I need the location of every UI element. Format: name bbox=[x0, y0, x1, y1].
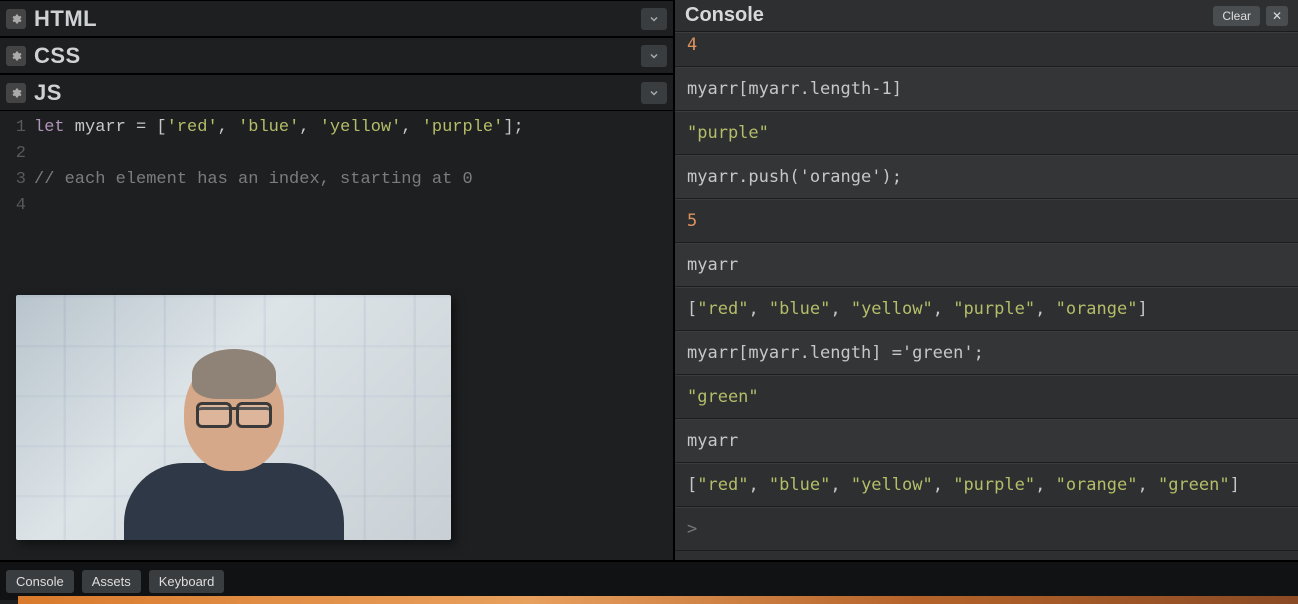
video-scrub-bar[interactable] bbox=[18, 596, 1298, 604]
console-result-row: "green" bbox=[675, 375, 1298, 419]
console-input-row: myarr bbox=[675, 419, 1298, 463]
console-input-row: myarr.push('orange'); bbox=[675, 155, 1298, 199]
clear-button[interactable]: Clear bbox=[1213, 6, 1260, 26]
js-editor[interactable]: 1 2 3 4 let myarr = ['red', 'blue', 'yel… bbox=[0, 111, 673, 560]
console-result-row: ["red", "blue", "yellow", "purple", "ora… bbox=[675, 287, 1298, 331]
console-result-row: 5 bbox=[675, 199, 1298, 243]
console-input-row: myarr[myarr.length-1] bbox=[675, 67, 1298, 111]
css-panel-title: CSS bbox=[34, 43, 81, 69]
console-header: Console Clear ✕ bbox=[675, 0, 1298, 32]
chevron-down-icon[interactable] bbox=[641, 82, 667, 104]
console-pane: Console Clear ✕ 4myarr[myarr.length-1]"p… bbox=[675, 0, 1298, 560]
css-panel-header: CSS bbox=[0, 37, 673, 74]
console-result-row: "purple" bbox=[675, 111, 1298, 155]
close-icon[interactable]: ✕ bbox=[1266, 6, 1288, 26]
chevron-down-icon[interactable] bbox=[641, 45, 667, 67]
console-input-row: myarr[myarr.length] ='green'; bbox=[675, 331, 1298, 375]
console-result-row: 4 bbox=[675, 32, 1298, 67]
js-panel-title: JS bbox=[34, 80, 62, 106]
console-output[interactable]: 4myarr[myarr.length-1]"purple"myarr.push… bbox=[675, 32, 1298, 560]
footer-tab-assets[interactable]: Assets bbox=[82, 570, 141, 593]
gear-icon[interactable] bbox=[6, 46, 26, 66]
footer-tab-keyboard[interactable]: Keyboard bbox=[149, 570, 225, 593]
editor-pane: HTML CSS JS bbox=[0, 0, 675, 560]
console-prompt[interactable]: > bbox=[675, 507, 1298, 551]
gear-icon[interactable] bbox=[6, 9, 26, 29]
html-panel-header: HTML bbox=[0, 0, 673, 37]
html-panel-title: HTML bbox=[34, 6, 97, 32]
js-panel-header: JS bbox=[0, 74, 673, 111]
webcam-overlay bbox=[16, 295, 451, 540]
footer-tabs: Console Assets Keyboard bbox=[0, 560, 1298, 600]
footer-tab-console[interactable]: Console bbox=[6, 570, 74, 593]
console-result-row: ["red", "blue", "yellow", "purple", "ora… bbox=[675, 463, 1298, 507]
line-gutter: 1 2 3 4 bbox=[0, 115, 34, 219]
console-input-row: myarr bbox=[675, 243, 1298, 287]
console-title: Console bbox=[685, 4, 764, 27]
chevron-down-icon[interactable] bbox=[641, 8, 667, 30]
gear-icon[interactable] bbox=[6, 83, 26, 103]
code-content[interactable]: let myarr = ['red', 'blue', 'yellow', 'p… bbox=[34, 115, 524, 219]
